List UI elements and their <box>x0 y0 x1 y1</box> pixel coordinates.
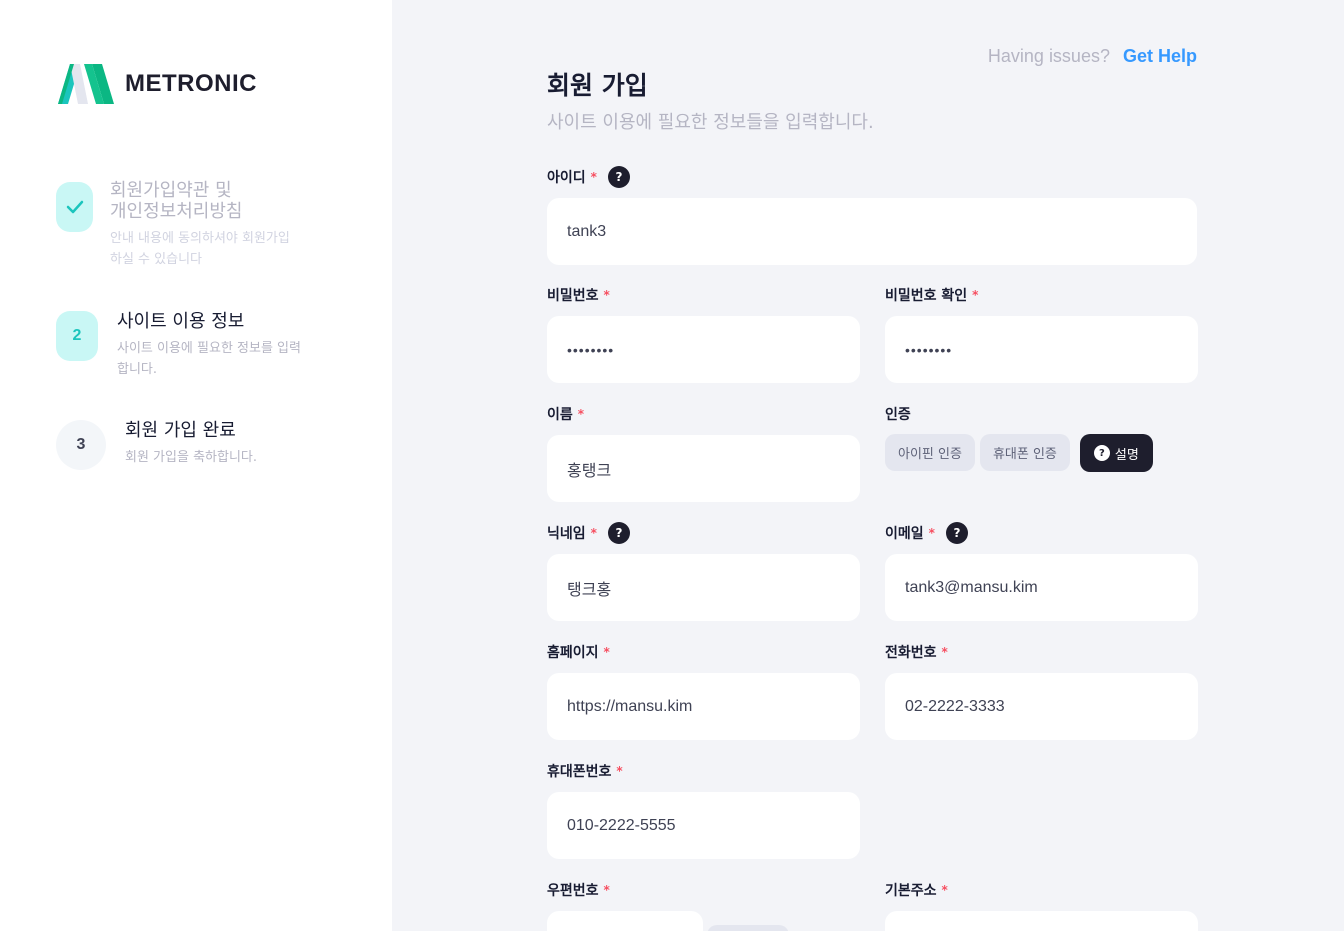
step-number: 3 <box>56 420 106 470</box>
required-mark: * <box>590 526 597 540</box>
password-label: 비밀번호 <box>547 288 599 304</box>
password-confirm-input[interactable]: •••••••• <box>885 316 1198 383</box>
phone-auth-button[interactable]: 휴대폰 인증 <box>979 434 1070 471</box>
mobile-label: 휴대폰번호 <box>547 764 612 780</box>
page-subtitle: 사이트 이용에 필요한 정보들을 입력합니다. <box>547 112 874 133</box>
step-site-info: 2 사이트 이용 정보 사이트 이용에 필요한 정보를 입력 합니다. <box>56 311 301 380</box>
required-mark: * <box>941 645 948 659</box>
help-circle-icon[interactable]: ? <box>607 522 630 544</box>
required-mark: * <box>603 883 610 897</box>
step-title: 회원 가입 완료 <box>125 420 236 441</box>
required-mark: * <box>577 407 585 421</box>
nickname-field: 닉네임 * ? 탱크홍 <box>547 522 860 621</box>
required-mark: * <box>603 288 610 302</box>
zipcode-label: 우편번호 <box>547 883 599 899</box>
zipcode-field: 우편번호 * <box>547 879 703 931</box>
address-label: 기본주소 <box>885 883 937 899</box>
required-mark: * <box>590 170 597 184</box>
step-desc: 회원 가입을 축하합니다. <box>125 450 257 465</box>
metronic-logo-icon <box>58 64 114 104</box>
homepage-label: 홈페이지 <box>547 645 599 661</box>
email-label: 이메일 <box>885 526 924 542</box>
homepage-input[interactable]: https://mansu.kim <box>547 673 860 740</box>
tel-field: 전화번호 * 02-2222-3333 <box>885 641 1198 740</box>
userid-field: 아이디 * ? tank3 <box>547 166 1197 265</box>
get-help-link[interactable]: Get Help <box>1123 46 1197 66</box>
help-question: Having issues? <box>987 46 1110 66</box>
auth-field: 인증 아이핀 인증 휴대폰 인증 ? 설명 <box>885 403 1153 472</box>
page-title: 회원 가입 <box>547 71 648 100</box>
password-field: 비밀번호 * •••••••• <box>547 284 860 383</box>
userid-label: 아이디 <box>547 170 586 186</box>
check-icon <box>56 182 93 232</box>
brand-logo[interactable]: METRONIC <box>58 64 257 104</box>
explain-button[interactable]: ? 설명 <box>1079 434 1153 472</box>
zipcode-input[interactable] <box>547 911 703 931</box>
help-circle-icon[interactable]: ? <box>607 166 630 188</box>
nickname-input[interactable]: 탱크홍 <box>547 554 860 621</box>
mobile-field: 휴대폰번호 * 010-2222-5555 <box>547 760 860 859</box>
name-field: 이름 * 홍탱크 <box>547 403 860 502</box>
help-circle-icon: ? <box>1093 445 1110 461</box>
userid-input[interactable]: tank3 <box>547 198 1197 265</box>
required-mark: * <box>616 764 623 778</box>
brand-name: METRONIC <box>125 70 257 97</box>
zipcode-search-button[interactable] <box>707 925 789 931</box>
tel-label: 전화번호 <box>885 645 937 661</box>
required-mark: * <box>972 288 979 302</box>
step-title: 사이트 이용 정보 <box>117 311 245 332</box>
address-input[interactable] <box>885 911 1198 931</box>
tel-input[interactable]: 02-2222-3333 <box>885 673 1198 740</box>
required-mark: * <box>928 526 935 540</box>
email-input[interactable]: tank3@mansu.kim <box>885 554 1198 621</box>
step-title: 회원가입약관 및 개인정보처리방침 <box>110 180 243 222</box>
required-mark: * <box>603 645 610 659</box>
required-mark: * <box>941 883 948 897</box>
step-number: 2 <box>56 311 98 361</box>
help-bar: Having issues? Get Help <box>988 46 1197 67</box>
email-field: 이메일 * ? tank3@mansu.kim <box>885 522 1198 621</box>
address-field: 기본주소 * <box>885 879 1198 931</box>
password-input[interactable]: •••••••• <box>547 316 860 383</box>
sidebar: METRONIC 회원가입약관 및 개인정보처리방침 안내 내용에 동의하셔야 … <box>0 0 392 931</box>
step-terms: 회원가입약관 및 개인정보처리방침 안내 내용에 동의하셔야 회원가입 하실 수… <box>56 180 290 270</box>
step-desc: 안내 내용에 동의하셔야 회원가입 하실 수 있습니다 <box>110 231 290 267</box>
homepage-field: 홈페이지 * https://mansu.kim <box>547 641 860 740</box>
step-complete: 3 회원 가입 완료 회원 가입을 축하합니다. <box>56 420 257 470</box>
password-confirm-field: 비밀번호 확인 * •••••••• <box>885 284 1198 383</box>
explain-label: 설명 <box>1114 447 1139 463</box>
name-input[interactable]: 홍탱크 <box>547 435 860 502</box>
help-circle-icon[interactable]: ? <box>945 522 968 544</box>
password-confirm-label: 비밀번호 확인 <box>885 288 968 304</box>
auth-label: 인증 <box>885 407 911 423</box>
step-desc: 사이트 이용에 필요한 정보를 입력 합니다. <box>117 341 301 377</box>
ipin-auth-button[interactable]: 아이핀 인증 <box>885 434 975 471</box>
name-label: 이름 <box>547 407 573 423</box>
nickname-label: 닉네임 <box>547 526 586 542</box>
mobile-input[interactable]: 010-2222-5555 <box>547 792 860 859</box>
